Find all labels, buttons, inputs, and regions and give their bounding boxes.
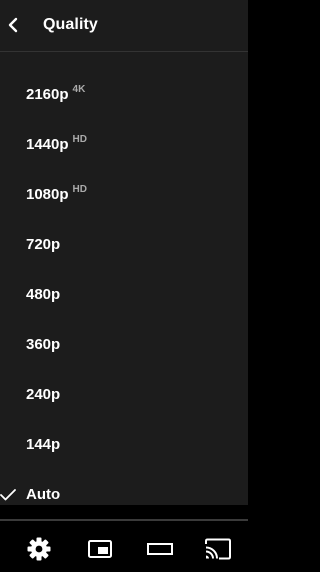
quality-option-144p[interactable]: 144p xyxy=(0,421,248,471)
back-button[interactable] xyxy=(0,0,30,51)
miniplayer-button[interactable] xyxy=(86,535,114,563)
quality-option-720p[interactable]: 720p xyxy=(0,221,248,271)
theater-mode-button[interactable] xyxy=(146,535,174,563)
quality-option-label: 2160p xyxy=(26,86,69,103)
quality-option-1080p[interactable]: 1080p HD xyxy=(0,171,248,221)
quality-option-360p[interactable]: 360p xyxy=(0,321,248,371)
cast-button[interactable] xyxy=(203,535,231,563)
theater-mode-icon xyxy=(147,543,173,555)
quality-option-1440p[interactable]: 1440p HD xyxy=(0,121,248,171)
quality-badge: HD xyxy=(72,184,87,195)
quality-option-2160p[interactable]: 2160p 4K xyxy=(0,71,248,121)
quality-option-label: 144p xyxy=(26,436,61,453)
gear-icon xyxy=(27,537,51,561)
chevron-left-icon xyxy=(8,17,18,33)
quality-menu-header: Quality xyxy=(0,0,248,52)
settings-button[interactable] xyxy=(25,535,53,563)
quality-option-label: 720p xyxy=(26,236,61,253)
quality-option-label: 1080p xyxy=(26,186,69,203)
player-controls-bar xyxy=(0,521,248,572)
cast-icon xyxy=(205,538,231,560)
quality-option-label: 360p xyxy=(26,336,61,353)
quality-option-label: 1440p xyxy=(26,136,69,153)
quality-option-label: 480p xyxy=(26,286,61,303)
quality-option-240p[interactable]: 240p xyxy=(0,371,248,421)
quality-badge: 4K xyxy=(72,84,86,95)
miniplayer-icon xyxy=(88,540,112,558)
quality-badge: HD xyxy=(72,134,87,145)
quality-option-480p[interactable]: 480p xyxy=(0,271,248,321)
panel-gap xyxy=(0,505,248,519)
quality-options-list: 2160p 4K 1440p HD 1080p HD 720p 480p 360p 2… xyxy=(0,71,248,505)
quality-menu-panel: Quality 2160p 4K 1440p HD 1080p HD 720p 480… xyxy=(0,0,248,505)
quality-option-auto[interactable]: Auto xyxy=(0,471,248,505)
page-title: Quality xyxy=(43,16,98,33)
quality-option-label: 240p xyxy=(26,386,61,403)
checkmark-icon xyxy=(0,489,16,501)
quality-option-label: Auto xyxy=(26,486,61,503)
